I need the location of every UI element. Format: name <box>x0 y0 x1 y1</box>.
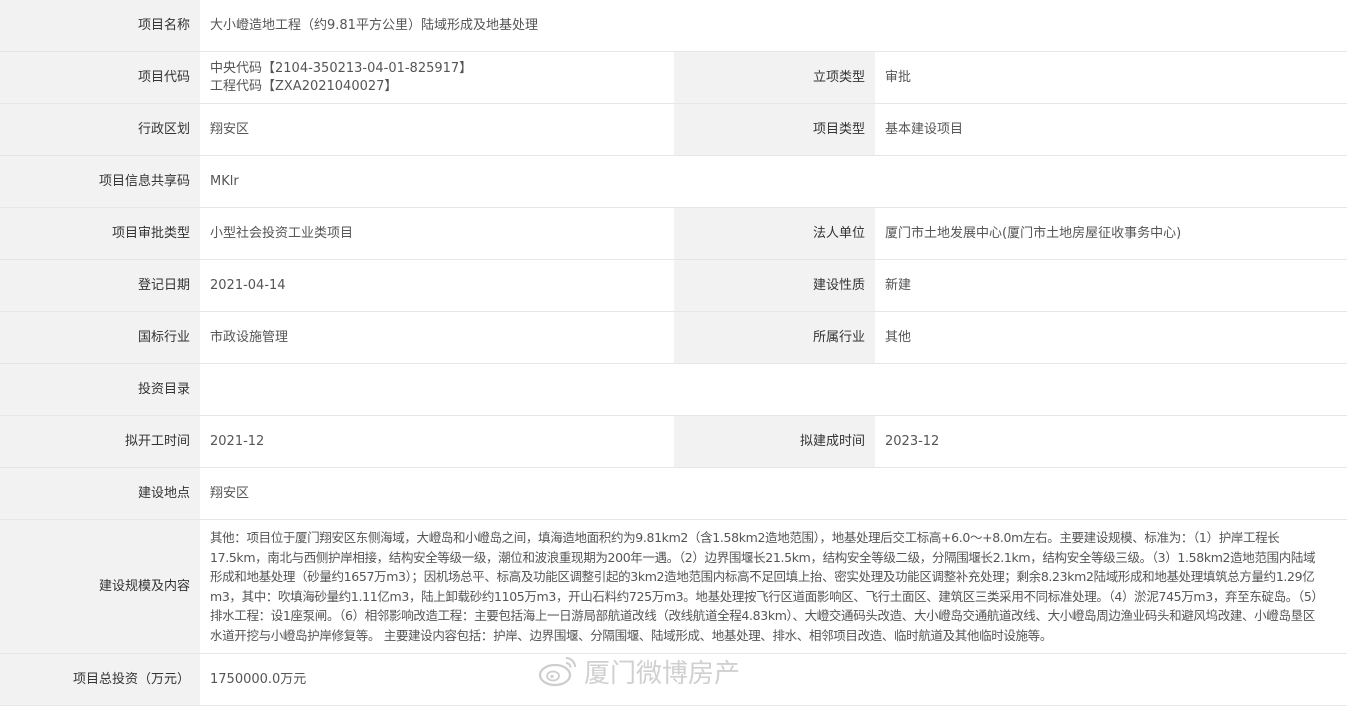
row-investment-catalog: 投资目录 <box>0 363 1347 416</box>
project-info-table: 项目名称 大小嶝造地工程（约9.81平方公里）陆域形成及地基处理 项目代码 中央… <box>0 0 1347 706</box>
sector-value: 其他 <box>875 311 1347 364</box>
approval-type-label: 立项类型 <box>674 51 875 104</box>
district-value: 翔安区 <box>200 103 674 156</box>
national-industry-label: 国标行业 <box>0 311 200 364</box>
investment-catalog-value <box>200 363 1347 416</box>
project-code-value: 中央代码【2104-350213-04-01-825917】 工程代码【ZXA2… <box>200 51 674 104</box>
location-value: 翔安区 <box>200 467 1347 520</box>
row-scale: 建设规模及内容 其他：项目位于厦门翔安区东侧海域，大嶝岛和小嶝岛之间，填海造地面… <box>0 519 1347 654</box>
planned-start-value: 2021-12 <box>200 415 674 468</box>
row-registration: 登记日期 2021-04-14 建设性质 新建 <box>0 259 1347 312</box>
sector-label: 所属行业 <box>674 311 875 364</box>
review-type-value: 小型社会投资工业类项目 <box>200 207 674 260</box>
planned-start-label: 拟开工时间 <box>0 415 200 468</box>
row-total-investment: 项目总投资（万元） 1750000.0万元 <box>0 653 1347 706</box>
planned-finish-label: 拟建成时间 <box>674 415 875 468</box>
central-code: 中央代码【2104-350213-04-01-825917】 <box>210 60 473 76</box>
registration-date-value: 2021-04-14 <box>200 259 674 312</box>
total-investment-value: 1750000.0万元 <box>200 653 1347 706</box>
row-location: 建设地点 翔安区 <box>0 467 1347 520</box>
total-investment-label: 项目总投资（万元） <box>0 653 200 706</box>
national-industry-value: 市政设施管理 <box>200 311 674 364</box>
scale-label: 建设规模及内容 <box>0 519 200 654</box>
project-type-label: 项目类型 <box>674 103 875 156</box>
row-project-name: 项目名称 大小嶝造地工程（约9.81平方公里）陆域形成及地基处理 <box>0 0 1347 52</box>
legal-entity-value: 厦门市土地发展中心(厦门市土地房屋征收事务中心) <box>875 207 1347 260</box>
share-code-value: MKlr <box>200 155 1347 208</box>
investment-catalog-label: 投资目录 <box>0 363 200 416</box>
row-review-type: 项目审批类型 小型社会投资工业类项目 法人单位 厦门市土地发展中心(厦门市土地房… <box>0 207 1347 260</box>
scale-value: 其他：项目位于厦门翔安区东侧海域，大嶝岛和小嶝岛之间，填海造地面积约为9.81k… <box>200 519 1347 654</box>
project-type-value: 基本建设项目 <box>875 103 1347 156</box>
share-code-label: 项目信息共享码 <box>0 155 200 208</box>
row-project-code: 项目代码 中央代码【2104-350213-04-01-825917】 工程代码… <box>0 51 1347 104</box>
project-name-value: 大小嶝造地工程（约9.81平方公里）陆域形成及地基处理 <box>200 0 1347 52</box>
district-label: 行政区划 <box>0 103 200 156</box>
registration-date-label: 登记日期 <box>0 259 200 312</box>
review-type-label: 项目审批类型 <box>0 207 200 260</box>
engineering-code: 工程代码【ZXA2021040027】 <box>210 78 398 94</box>
row-schedule: 拟开工时间 2021-12 拟建成时间 2023-12 <box>0 415 1347 468</box>
approval-type-value: 审批 <box>875 51 1347 104</box>
project-name-label: 项目名称 <box>0 0 200 52</box>
location-label: 建设地点 <box>0 467 200 520</box>
row-industry: 国标行业 市政设施管理 所属行业 其他 <box>0 311 1347 364</box>
planned-finish-value: 2023-12 <box>875 415 1347 468</box>
project-code-label: 项目代码 <box>0 51 200 104</box>
construction-nature-value: 新建 <box>875 259 1347 312</box>
legal-entity-label: 法人单位 <box>674 207 875 260</box>
row-district: 行政区划 翔安区 项目类型 基本建设项目 <box>0 103 1347 156</box>
row-share-code: 项目信息共享码 MKlr <box>0 155 1347 208</box>
construction-nature-label: 建设性质 <box>674 259 875 312</box>
